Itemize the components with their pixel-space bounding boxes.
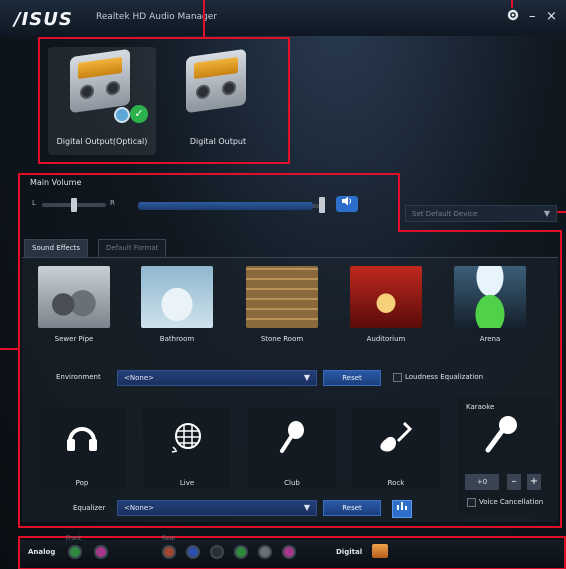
sewer-pipe-image [38, 266, 110, 328]
equalizer-preset-club[interactable]: Club [248, 407, 336, 489]
annotation-line [560, 230, 562, 528]
environment-auditorium[interactable]: Auditorium [350, 266, 422, 346]
plug-icon [114, 107, 130, 123]
device-digital-output[interactable]: Digital Output [164, 47, 272, 155]
microphone-icon [272, 417, 312, 457]
digital-output-icon[interactable] [372, 544, 388, 558]
annotation-line [18, 173, 20, 528]
karaoke-key-value: +0 [465, 474, 499, 490]
karaoke-plus-button[interactable]: + [527, 474, 541, 490]
environment-sewer-pipe[interactable]: Sewer Pipe [38, 266, 110, 346]
gear-icon[interactable] [506, 8, 520, 26]
asus-logo: /ISUS [14, 9, 73, 30]
environment-bathroom[interactable]: Bathroom [141, 266, 213, 346]
default-device-label: Set Default Device [412, 210, 478, 218]
auditorium-image [350, 266, 422, 328]
volume-level-fill [138, 202, 313, 210]
karaoke-microphone-icon [476, 412, 526, 458]
equalizer-reset-button[interactable]: Reset [323, 500, 381, 516]
main-volume-label: Main Volume [30, 178, 82, 187]
minimize-button[interactable]: – [529, 9, 536, 24]
close-button[interactable]: × [546, 9, 557, 24]
equalizer-preset-live[interactable]: Live [143, 407, 231, 489]
tab-sound-effects[interactable]: Sound Effects [24, 239, 89, 257]
device-digital-output-optical[interactable]: ✓ Digital Output(Optical) [48, 47, 156, 155]
chevron-down-icon: ▼ [543, 209, 550, 218]
balance-right-label: R [110, 199, 115, 207]
disco-ball-icon [167, 417, 207, 457]
annotation-line [398, 230, 562, 232]
speaker-icon [342, 196, 351, 206]
device-label: Digital Output [189, 137, 247, 146]
equalizer-select[interactable]: <None> ▼ [117, 500, 317, 516]
rear-audio-jack[interactable] [258, 545, 272, 559]
front-audio-jack[interactable] [94, 545, 108, 559]
loudness-equalization-checkbox[interactable] [393, 373, 402, 382]
rear-audio-jack[interactable] [162, 545, 176, 559]
environment-label: Stone Room [260, 335, 304, 343]
balance-slider-thumb[interactable] [71, 198, 77, 212]
karaoke-minus-button[interactable]: – [507, 474, 521, 490]
rear-audio-jack[interactable] [234, 545, 248, 559]
chevron-down-icon: ▼ [303, 503, 310, 512]
environment-label: Bathroom [159, 335, 195, 343]
environment-select-value: <None> [124, 374, 154, 382]
equalizer-select-value: <None> [124, 504, 154, 512]
tab-default-format[interactable]: Default Format [98, 239, 167, 257]
loudness-equalization-label: Loudness Equalization [405, 373, 484, 381]
rear-audio-jack[interactable] [210, 545, 224, 559]
annotation-line [511, 0, 513, 8]
equalizer-preset-pop[interactable]: Pop [38, 407, 126, 489]
voice-cancellation-label: Voice Cancellation [479, 498, 544, 506]
annotation-line [0, 348, 18, 350]
equalizer-preset-label: Live [179, 479, 195, 487]
analog-label: Analog [28, 548, 56, 556]
equalizer-preset-label: Club [284, 479, 300, 487]
equalizer-preset-rock[interactable]: Rock [352, 407, 440, 489]
rear-audio-jack[interactable] [282, 545, 296, 559]
rear-audio-jack[interactable] [186, 545, 200, 559]
title-bar: /ISUS Realtek HD Audio Manager – × [0, 0, 566, 36]
arena-image [454, 266, 526, 328]
annotation-line [18, 173, 400, 175]
equalizer-preset-label: Pop [75, 479, 89, 487]
guitar-icon [376, 417, 416, 457]
equalizer-preset-label: Rock [387, 479, 405, 487]
environment-label: Arena [479, 335, 501, 343]
environment-reset-button[interactable]: Reset [323, 370, 381, 386]
annotation-line [398, 173, 400, 232]
front-jacks-label: Front [66, 535, 82, 542]
rear-jacks-label: Rear [162, 535, 176, 542]
digital-label: Digital [336, 548, 363, 556]
chevron-down-icon: ▼ [303, 373, 310, 382]
environment-label: Auditorium [366, 335, 406, 343]
app-title: Realtek HD Audio Manager [96, 12, 217, 22]
checkmark-icon: ✓ [130, 105, 148, 123]
equalizer-label: Equalizer [73, 504, 106, 512]
device-label: Digital Output(Optical) [56, 137, 148, 146]
equalizer-icon [397, 502, 407, 510]
voice-cancellation-checkbox[interactable] [467, 498, 476, 507]
set-default-device-dropdown[interactable]: Set Default Device ▼ [405, 205, 557, 222]
front-audio-jack[interactable] [68, 545, 82, 559]
environment-label: Sewer Pipe [54, 335, 94, 343]
annotation-line [203, 0, 205, 38]
environment-stone-room[interactable]: Stone Room [246, 266, 318, 346]
stone-room-image [246, 266, 318, 328]
volume-slider-thumb[interactable] [319, 197, 325, 213]
audio-device-icon [70, 48, 130, 114]
environment-label: Environment [56, 373, 101, 381]
audio-manager-window: /ISUS Realtek HD Audio Manager – × ✓ Dig… [0, 0, 566, 569]
karaoke-label: Karaoke [466, 403, 495, 411]
headphones-icon [62, 417, 102, 457]
annotation-line [18, 526, 562, 528]
bathroom-image [141, 266, 213, 328]
mute-button[interactable] [336, 196, 358, 212]
audio-device-icon [186, 48, 246, 114]
environment-select[interactable]: <None> ▼ [117, 370, 317, 386]
environment-arena[interactable]: Arena [454, 266, 526, 346]
balance-left-label: L [32, 199, 36, 207]
equalizer-settings-button[interactable] [392, 500, 412, 518]
